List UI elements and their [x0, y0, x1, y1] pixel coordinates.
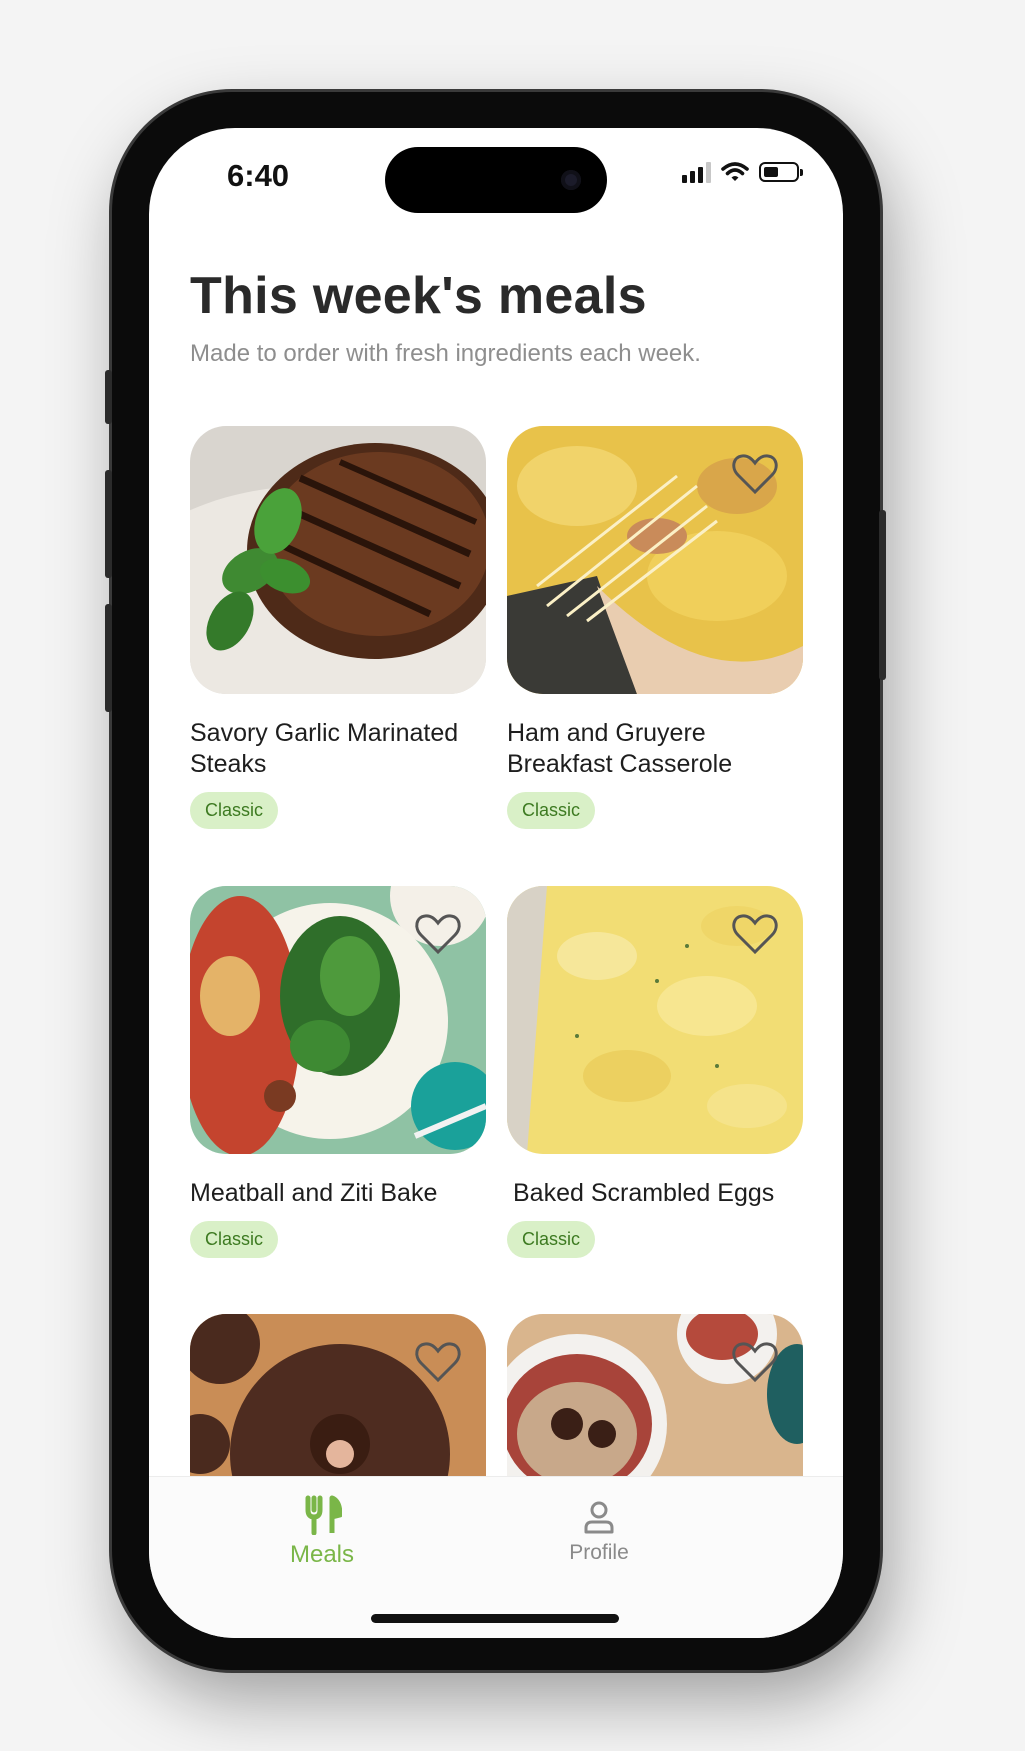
- tab-label-meals: Meals: [289, 1541, 355, 1568]
- category-badge: Classic: [507, 1221, 596, 1258]
- meal-image-casserole[interactable]: [507, 426, 803, 694]
- meal-name[interactable]: Meatball and Ziti Bake: [190, 1178, 486, 1209]
- app-screen: 6:40 This week's meals Made to order wit…: [149, 128, 843, 1638]
- dynamic-island: [385, 147, 607, 213]
- favorite-heart-icon[interactable]: [731, 452, 779, 496]
- favorite-heart-icon[interactable]: [731, 1340, 779, 1384]
- meal-image-ziti[interactable]: [190, 886, 486, 1154]
- meal-card[interactable]: Meatball and Ziti Bake Classic: [190, 886, 486, 1258]
- meal-image-steak[interactable]: [190, 426, 486, 694]
- cellular-signal-icon: [682, 161, 711, 183]
- phone-power-button: [879, 510, 886, 680]
- favorite-heart-icon[interactable]: [731, 912, 779, 956]
- meal-name[interactable]: Ham and Gruyere Breakfast Casserole: [507, 718, 803, 780]
- wifi-icon: [721, 162, 749, 181]
- meal-image-scrambled-eggs[interactable]: [507, 886, 803, 1154]
- favorite-heart-icon[interactable]: [414, 912, 462, 956]
- category-badge: Classic: [190, 1221, 279, 1258]
- camera-icon: [561, 170, 581, 190]
- status-time: 6:40: [227, 158, 290, 193]
- tab-label-profile: Profile: [569, 1541, 629, 1564]
- phone-volume-down-button: [105, 604, 112, 712]
- tab-profile[interactable]: Profile: [549, 1499, 649, 1565]
- favorite-heart-icon[interactable]: [414, 1340, 462, 1384]
- status-icons: [682, 161, 803, 183]
- meal-card[interactable]: Baked Scrambled Eggs Classic: [507, 886, 803, 1258]
- meal-name[interactable]: Savory Garlic Marinated Steaks: [190, 718, 486, 780]
- meal-card[interactable]: Ham and Gruyere Breakfast Casserole Clas…: [507, 426, 803, 829]
- category-badge: Classic: [507, 792, 596, 829]
- page-subtitle: Made to order with fresh ingredients eac…: [190, 340, 701, 367]
- meal-card[interactable]: Savory Garlic Marinated Steaks Classic: [190, 426, 486, 829]
- phone-action-button: [105, 370, 112, 424]
- fork-knife-icon: [305, 1495, 342, 1535]
- person-icon: [584, 1501, 614, 1534]
- meal-name[interactable]: Baked Scrambled Eggs: [507, 1178, 803, 1209]
- battery-icon: [759, 162, 803, 182]
- phone-volume-up-button: [105, 470, 112, 578]
- page-title: This week's meals: [190, 267, 647, 325]
- category-badge: Classic: [190, 792, 279, 829]
- home-indicator: [371, 1614, 619, 1623]
- tab-meals[interactable]: Meals: [272, 1495, 372, 1569]
